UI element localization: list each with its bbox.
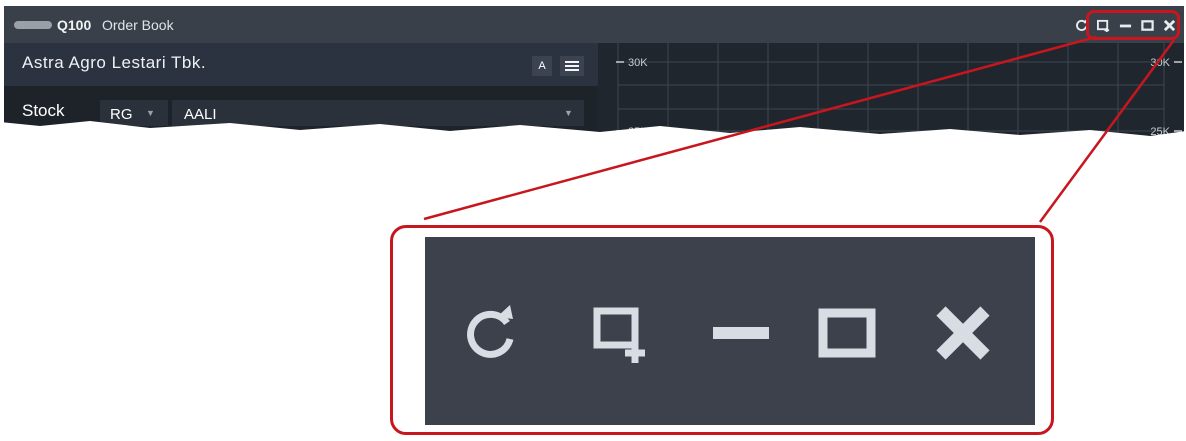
close-icon — [933, 303, 993, 363]
zoomed-window-controls — [425, 237, 1035, 425]
maximize-icon — [817, 303, 877, 363]
zoom-callout — [390, 225, 1054, 435]
popout-icon — [591, 303, 651, 363]
refresh-icon — [461, 303, 521, 363]
minimize-icon — [711, 303, 771, 363]
